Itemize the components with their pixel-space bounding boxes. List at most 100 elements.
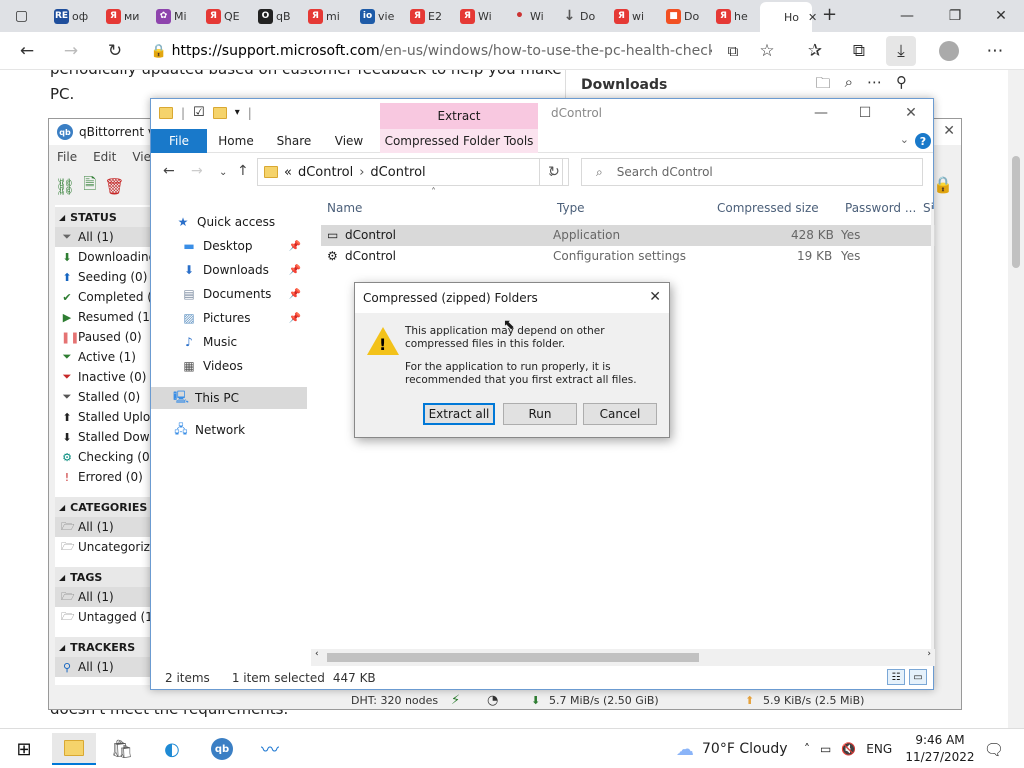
breadcrumb-dcontrol-1[interactable]: dControl [298,165,353,180]
browser-tab[interactable]: Яhe [710,2,758,30]
explorer-close-button[interactable]: ✕ [889,101,933,125]
show-hidden-icons-icon[interactable]: ˄ [804,742,810,756]
add-file-icon[interactable]: 🗎 [83,173,96,200]
cancel-button[interactable]: Cancel [583,403,657,425]
nav-item[interactable]: 🖳 This PC [151,387,307,409]
expand-ribbon-icon[interactable]: ⌄ [900,133,909,146]
explorer-refresh-icon[interactable]: ↻ [539,158,569,186]
qbt-filter-item[interactable]: ⏷ All (1) [55,227,151,247]
qbt-section-categories[interactable]: ◢ CATEGORIES [55,497,151,517]
browser-tab[interactable]: Я QE [200,2,248,30]
address-overflow[interactable]: « [284,165,292,180]
qbt-filter-item[interactable]: ⏷ Active (1) [55,347,151,367]
qbt-section-trackers[interactable]: ◢ TRACKERS [55,637,151,657]
pin-icon[interactable]: 📌 [289,241,307,252]
qbt-filter-item[interactable]: 🗁 All (1) [55,517,151,537]
collections-icon[interactable]: ⧉ [844,36,874,66]
file-row-application[interactable]: ▭ dControl Application 428 KB Yes [321,225,935,246]
network-icon[interactable]: ▭ [820,742,831,756]
explorer-forward-icon[interactable]: → [191,163,203,179]
browser-tab[interactable]: Ями [100,2,148,30]
up-icon[interactable]: ↑ [237,163,249,179]
browser-tab[interactable]: ↓ Do [556,2,604,30]
qbt-filter-item[interactable]: ⚲ All (1) [55,657,151,677]
help-icon[interactable]: ? [915,133,931,149]
explorer-minimize-button[interactable]: — [799,101,843,125]
qbt-filter-item[interactable]: ⬇ Downloading [55,247,151,267]
file-explorer-taskbar-icon[interactable] [52,733,96,765]
delete-icon[interactable]: 🗑 [104,177,124,196]
scrollbar-thumb[interactable] [1012,156,1020,268]
pin-icon[interactable]: 📌 [289,289,307,300]
pin-icon[interactable]: ⚲ [896,73,907,98]
qbt-filter-item[interactable]: 🗁 Uncategorize [55,537,151,557]
refresh-icon[interactable]: ↻ [100,36,130,66]
page-scrollbar[interactable] [1008,70,1024,728]
read-aloud-icon[interactable]: ⧉ [718,36,748,66]
column-compressed-size[interactable]: Compressed size [711,195,835,221]
extract-context-tab[interactable]: Extract [380,103,538,129]
large-icons-view-icon[interactable]: ▭ [909,669,927,685]
start-icon[interactable]: ⊞ [2,733,46,765]
speed-limit-icon[interactable]: ◔ [487,693,498,708]
vertical-scrollbar[interactable] [931,209,934,649]
explorer-address-bar[interactable]: « dControl › dControl ⌄ [257,158,563,186]
browser-tab[interactable]: Яmi [302,2,350,30]
column-type[interactable]: Type [551,195,711,221]
tab-home[interactable]: Home [213,129,259,153]
qbt-filter-item[interactable]: ⏷ Inactive (0) [55,367,151,387]
back-icon[interactable]: ← [12,36,42,66]
browser-tab[interactable]: io vie [354,2,402,30]
tab-compressed-folder-tools[interactable]: Compressed Folder Tools [380,129,538,153]
qbt-filter-item[interactable]: ▶ Resumed (1) [55,307,151,327]
qbt-filter-item[interactable]: ⬆ Stalled Uploa [55,407,151,427]
forward-icon[interactable]: → [56,36,86,66]
new-tab-button[interactable]: + [822,4,837,25]
qbt-menu-item[interactable]: File [57,150,77,164]
qbt-filter-item[interactable]: ⬆ Seeding (0) [55,267,151,287]
qbt-filter-item[interactable]: ! Errored (0) [55,467,151,487]
explorer-search-input[interactable]: ⌕ Search dControl [581,158,923,186]
tab-share[interactable]: Share [269,129,319,153]
add-link-icon[interactable]: ⛓ [55,177,75,196]
details-view-icon[interactable]: ☷ [887,669,905,685]
explorer-back-icon[interactable]: ← [163,163,175,179]
scroll-left-icon[interactable]: ‹ [315,649,319,659]
qbt-filter-item[interactable]: 🗁 Untagged (1) [55,607,151,627]
nav-item[interactable]: ⬇ Downloads 📌 [151,259,307,281]
qbt-filter-item[interactable]: ✔ Completed (0 [55,287,151,307]
favorites-icon[interactable]: ✰ [800,36,830,66]
notifications-icon[interactable]: 🗨 [972,733,1016,765]
recent-locations-icon[interactable]: ⌄ [219,167,227,178]
customize-qat-icon[interactable]: ▾ [235,107,240,118]
column-size[interactable]: Si [917,195,937,221]
nav-item[interactable]: ▬ Desktop 📌 [151,235,307,257]
nav-item[interactable]: ▨ Pictures 📌 [151,307,307,329]
search-icon[interactable]: ⌕ [845,73,853,98]
qbt-filter-item[interactable]: 🗁 All (1) [55,587,151,607]
pin-icon[interactable]: 📌 [289,313,307,324]
volume-muted-icon[interactable]: 🔇 [841,742,856,756]
browser-tab[interactable]: ✿ Mi [150,2,198,30]
store-icon[interactable]: 🛍 [100,733,144,765]
dialog-close-icon[interactable]: ✕ [649,289,661,305]
language-indicator[interactable]: ENG [866,742,892,756]
downloads-icon[interactable]: ⤓ [886,36,916,66]
browser-tab[interactable]: Я Wi [454,2,502,30]
nav-item[interactable]: 🖧 Network [151,419,307,441]
weather-widget[interactable]: ☁ 70°F Cloudy [676,729,788,768]
browser-tab[interactable]: Ho ✕ [760,2,817,32]
qbt-section-status[interactable]: ◢ STATUS [55,207,151,227]
more-icon[interactable]: ⋯ [867,73,882,98]
more-menu-icon[interactable]: ⋯ [980,36,1010,66]
close-tab-icon[interactable]: ✕ [808,11,817,24]
explorer-maximize-button[interactable]: ☐ [843,101,887,125]
browser-tab[interactable]: ■ Do [660,2,708,30]
browser-tab[interactable]: RE оф [48,2,96,30]
run-button[interactable]: Run [503,403,577,425]
file-row-config[interactable]: ⚙ dControl Configuration settings 19 KB … [321,246,935,267]
pin-icon[interactable]: 📌 [289,265,307,276]
restore-button[interactable]: ❐ [932,0,978,32]
qbt-filter-item[interactable]: ⏷ Stalled (0) [55,387,151,407]
breadcrumb-dcontrol-2[interactable]: dControl [370,165,425,180]
